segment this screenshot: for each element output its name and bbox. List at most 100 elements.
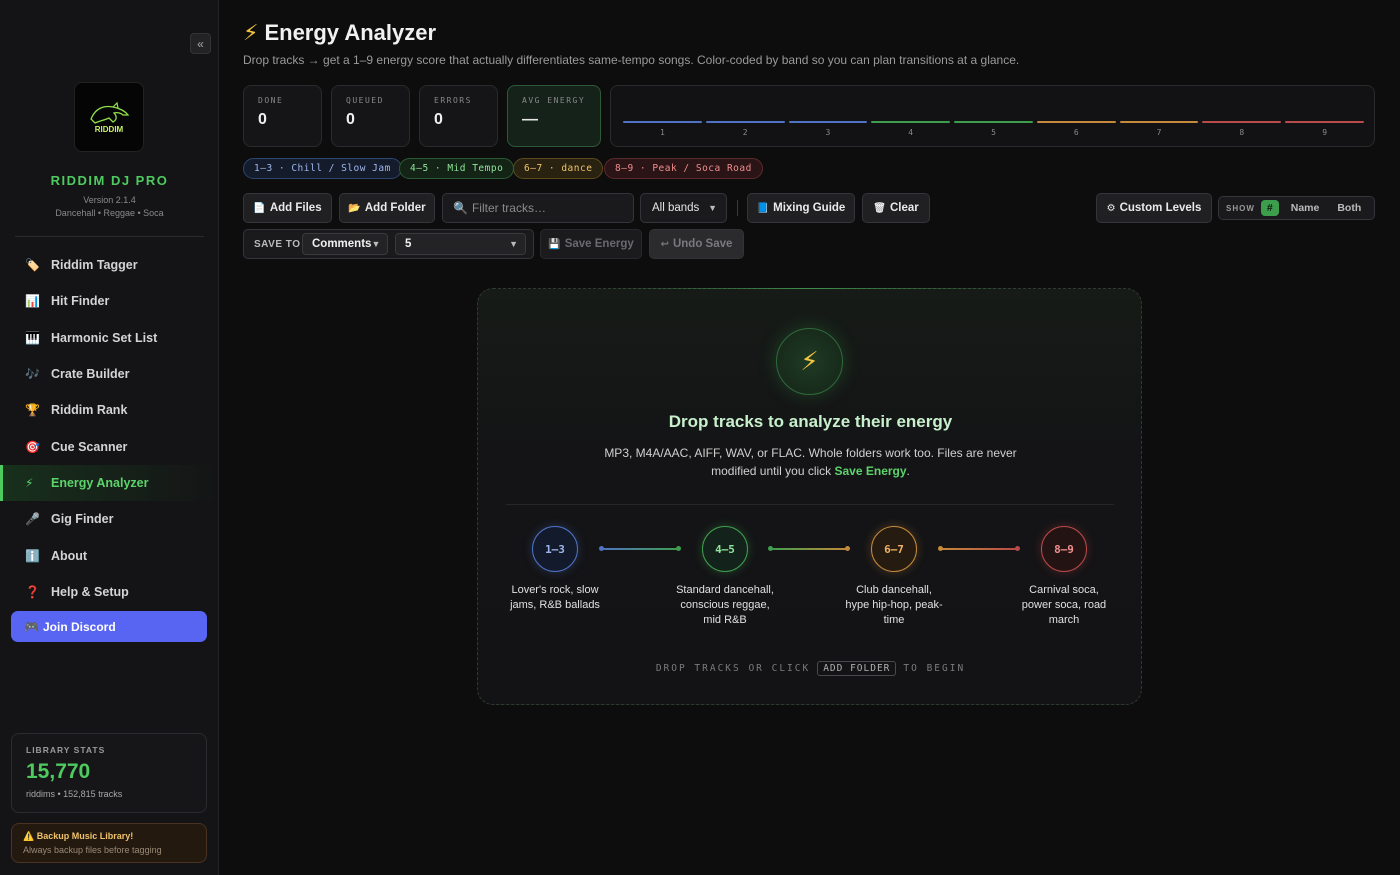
save-energy-button[interactable]: 💾 Save Energy <box>540 229 642 259</box>
disk-icon: 💾 <box>548 238 561 250</box>
file-icon: 📄 <box>253 202 266 214</box>
drop-desc-text: MP3, M4A/AAC, AIFF, WAV, or FLAC. Whole … <box>604 446 1017 478</box>
band-connector <box>938 546 1020 551</box>
library-riddim-count: 15,770 <box>26 760 91 783</box>
drop-zone[interactable]: ⚡ Drop tracks to analyze their energy MP… <box>477 288 1142 705</box>
app-genres: Dancehall • Reggae • Soca <box>55 208 164 218</box>
stat-queued-value: 0 <box>346 111 355 128</box>
band-filter-select[interactable]: All bands ▼ <box>640 193 727 223</box>
mixing-guide-label: Mixing Guide <box>773 202 846 214</box>
histogram-bin-label: 7 <box>1156 128 1162 137</box>
stat-errors: ERRORS 0 <box>419 85 498 147</box>
save-field-value: Comments <box>312 238 372 250</box>
sidebar-item-gig-finder[interactable]: 🎤 Gig Finder <box>0 501 218 537</box>
sidebar-item-label: Help & Setup <box>51 584 129 599</box>
page-title: ⚡ Energy Analyzer <box>243 20 436 46</box>
histogram-bin <box>705 121 785 123</box>
drop-zone-description: MP3, M4A/AAC, AIFF, WAV, or FLAC. Whole … <box>598 444 1023 480</box>
clear-label: Clear <box>889 202 919 214</box>
drop-foot-pre: DROP TRACKS OR CLICK <box>655 663 811 674</box>
filter-tracks-input[interactable] <box>471 201 632 215</box>
sidebar-item-label: About <box>51 548 88 563</box>
add-files-button[interactable]: 📄 Add Files <box>243 193 332 223</box>
drop-zone-title: Drop tracks to analyze their energy <box>668 412 953 431</box>
stat-done-value: 0 <box>258 111 267 128</box>
sidebar-item-label: Hit Finder <box>51 294 110 309</box>
band-desc-4-5: Standard dancehall, conscious reggae, mi… <box>676 584 774 626</box>
filter-tracks-field[interactable]: 🔍 <box>442 193 634 223</box>
histogram-bin <box>623 121 702 123</box>
drop-zone-footer: DROP TRACKS OR CLICK ADD FOLDER TO BEGIN <box>478 661 1143 676</box>
drop-foot-post: TO BEGIN <box>903 663 966 674</box>
bar-chart-icon: 📊 <box>25 294 40 309</box>
band-pill-dance[interactable]: 6–7 · dance <box>513 158 604 179</box>
band-connector <box>599 546 681 551</box>
sidebar-item-label: Gig Finder <box>51 512 114 527</box>
sidebar-item-hit-finder[interactable]: 📊 Hit Finder <box>0 283 218 319</box>
join-discord-button[interactable]: 🎮 Join Discord <box>11 611 207 642</box>
histogram-bin-label: 3 <box>825 128 831 137</box>
info-icon: ℹ️ <box>25 548 40 563</box>
sidebar-item-label: Energy Analyzer <box>51 475 149 490</box>
band-pill-peak[interactable]: 8–9 · Peak / Soca Road <box>604 158 763 179</box>
band-connector <box>768 546 850 551</box>
sidebar-item-riddim-rank[interactable]: 🏆 Riddim Rank <box>0 392 218 428</box>
sidebar-item-harmonic-set-list[interactable]: 🎹 Harmonic Set List <box>0 320 218 356</box>
save-slot-select[interactable]: 5 ▼ <box>395 233 526 255</box>
show-mode-name[interactable]: Name <box>1285 200 1326 216</box>
lightning-icon: ⚡ <box>25 475 34 490</box>
music-notes-icon: 🎶 <box>25 367 40 382</box>
chevron-down-icon: ▼ <box>708 203 717 213</box>
target-icon: 🎯 <box>25 439 40 454</box>
histogram-bin <box>1285 121 1364 123</box>
drop-zone-glow <box>598 288 1023 289</box>
histogram-bin <box>1202 121 1282 123</box>
band-pill-chill[interactable]: 1–3 · Chill / Slow Jam <box>243 158 402 179</box>
sidebar-item-crate-builder[interactable]: 🎶 Crate Builder <box>0 356 218 392</box>
microphone-icon: 🎤 <box>25 512 40 527</box>
band-circle-8-9: 8–9 <box>1041 526 1087 572</box>
sidebar-nav: 🏷️ Riddim Tagger 📊 Hit Finder 🎹 Harmonic Se… <box>0 247 218 610</box>
sidebar-item-riddim-tagger[interactable]: 🏷️ Riddim Tagger <box>0 247 218 283</box>
show-mode-both[interactable]: Both <box>1331 200 1367 216</box>
piano-icon: 🎹 <box>25 330 40 345</box>
chevron-down-icon: ▼ <box>509 239 518 249</box>
lightning-icon: ⚡ <box>776 328 843 395</box>
stat-avg-energy: AVG ENERGY — <box>507 85 601 147</box>
undo-save-button[interactable]: ↩ Undo Save <box>649 229 744 259</box>
collapse-sidebar-button[interactable]: « <box>190 33 211 54</box>
save-field-select[interactable]: Comments ▼ <box>302 233 388 255</box>
sidebar-item-cue-scanner[interactable]: 🎯 Cue Scanner <box>0 428 218 464</box>
sidebar-item-label: Riddim Rank <box>51 403 128 418</box>
histogram-bin-label: 6 <box>1073 128 1079 137</box>
stat-avg-energy-label: AVG ENERGY <box>522 96 586 105</box>
question-icon: ❓ <box>25 584 40 599</box>
band-desc-1-3: Lover's rock, slow jams, R&B ballads <box>510 584 600 611</box>
save-slot-value: 5 <box>405 238 412 250</box>
page-subtitle: Drop tracks → get a 1–9 energy score tha… <box>243 53 1020 67</box>
trophy-icon: 🏆 <box>25 403 40 418</box>
stat-done-label: DONE <box>258 96 284 105</box>
backup-warning-sub: Always backup files before tagging <box>23 845 162 855</box>
undo-save-label: Undo Save <box>672 238 733 250</box>
sidebar-item-about[interactable]: ℹ️ About <box>0 537 218 573</box>
sidebar-item-help-setup[interactable]: ❓ Help & Setup <box>0 574 218 610</box>
library-stats-card: LIBRARY STATS 15,770 riddims • 152,815 t… <box>11 733 207 813</box>
book-icon: 📘 <box>756 202 770 214</box>
histogram-bin-label: 8 <box>1239 128 1245 137</box>
mixing-guide-button[interactable]: 📘 Mixing Guide <box>747 193 855 223</box>
histogram-bin <box>1119 121 1199 123</box>
custom-levels-button[interactable]: ⚙ Custom Levels <box>1096 193 1212 223</box>
histogram-bin-label: 2 <box>742 128 748 137</box>
show-mode-number[interactable]: # <box>1260 200 1279 216</box>
sidebar-item-energy-analyzer[interactable]: ⚡ Energy Analyzer <box>0 464 218 502</box>
clear-button[interactable]: 🗑 Clear <box>862 193 930 223</box>
add-folder-button[interactable]: 📂 Add Folder <box>339 193 435 223</box>
backup-warning: ⚠️ Backup Music Library! Always backup f… <box>11 823 207 863</box>
band-pill-mid-tempo[interactable]: 4–5 · Mid Tempo <box>399 158 515 179</box>
tag-icon: 🏷️ <box>25 258 40 273</box>
histogram-bin <box>788 121 868 123</box>
library-stats-label: LIBRARY STATS <box>26 745 106 755</box>
page-title-text: Energy Analyzer <box>264 20 437 45</box>
app-root: « RIDDIM RIDDIM DJ PRO Version 2.1.4 Dan… <box>0 0 1400 875</box>
